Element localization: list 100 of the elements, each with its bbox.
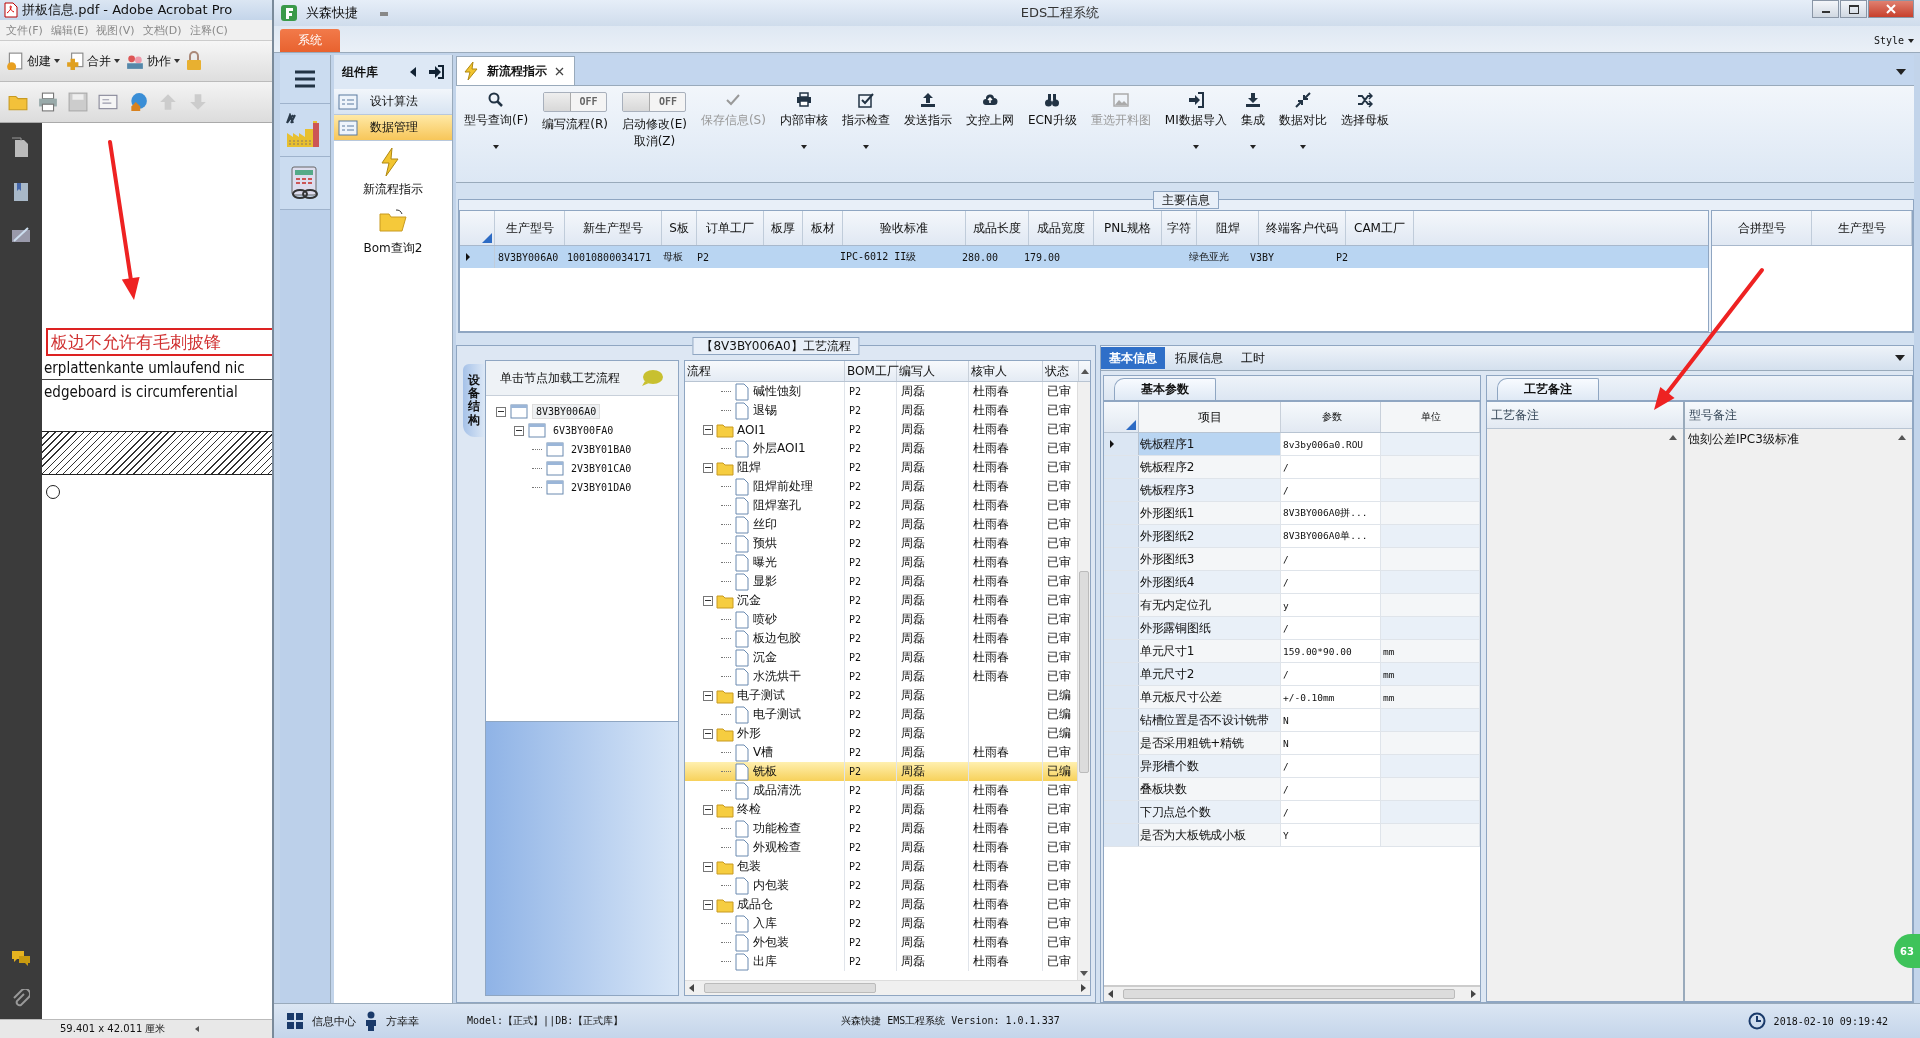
column-header[interactable]: 订单工厂: [697, 211, 764, 245]
table-row[interactable]: 是否为大板铣成小板 Y: [1104, 824, 1480, 847]
collapse-icon[interactable]: [703, 690, 713, 701]
tab[interactable]: 基本参数: [1114, 378, 1216, 400]
tree-node[interactable]: 2V3BY01BA0: [568, 443, 635, 456]
column-header[interactable]: 编写人: [897, 361, 969, 381]
table-row[interactable]: 外形图纸3 /: [1104, 548, 1480, 571]
document-tab[interactable]: 新流程指示: [456, 56, 575, 85]
scrollbar[interactable]: [1077, 382, 1090, 980]
collapse-icon[interactable]: [703, 728, 713, 739]
toolbar-button[interactable]: 指示检查: [841, 90, 890, 149]
table-row[interactable]: 铣板程序1 8v3by006a0.ROU: [1104, 433, 1480, 456]
column-header[interactable]: 板厚: [764, 211, 803, 245]
column-header[interactable]: 板材: [803, 211, 843, 245]
toggle-switch[interactable]: OFF: [543, 92, 608, 112]
tab[interactable]: 拓展信息: [1167, 347, 1231, 369]
scroll-up-icon[interactable]: [1081, 368, 1089, 374]
maximize-button[interactable]: [1840, 0, 1867, 18]
scrollbar[interactable]: [1104, 986, 1480, 1001]
status-text[interactable]: 信息中心: [312, 1013, 356, 1029]
collapse-left-icon[interactable]: [408, 66, 418, 78]
table-row[interactable]: 单元板尺寸公差 +/-0.10mm mm: [1104, 686, 1480, 709]
table-row[interactable]: 下刀点总个数 /: [1104, 801, 1480, 824]
table-row[interactable]: 是否采用粗铣+精铣 N: [1104, 732, 1480, 755]
tree-node[interactable]: 2V3BY01DA0: [568, 481, 635, 494]
column-header[interactable]: 核审人: [969, 361, 1043, 381]
toolbar-button[interactable]: 文控上网: [965, 90, 1014, 129]
category-item[interactable]: 设计算法: [334, 89, 452, 115]
scroll-right-icon[interactable]: [1471, 990, 1476, 998]
pages-icon[interactable]: [11, 137, 31, 159]
column-header[interactable]: 单位: [1381, 402, 1480, 432]
category-item[interactable]: 数据管理: [334, 115, 452, 141]
collapse-icon[interactable]: [496, 406, 506, 417]
table-row[interactable]: 外形图纸2 8V3BY006A0单...: [1104, 525, 1480, 548]
toggle-switch[interactable]: OFF: [622, 92, 687, 112]
toolbar-button[interactable]: 创建: [6, 52, 60, 70]
scrollbar[interactable]: [685, 980, 1090, 995]
scroll-left-icon[interactable]: [1108, 990, 1113, 998]
collapse-icon[interactable]: [703, 899, 713, 910]
column-header[interactable]: 字符: [1162, 211, 1197, 245]
column-header[interactable]: 状态: [1043, 361, 1079, 381]
table-row[interactable]: 异形槽个数 /: [1104, 755, 1480, 778]
toolbar-button[interactable]: ECN升级: [1027, 90, 1077, 129]
column-header[interactable]: 验收标准: [843, 211, 966, 245]
table-row[interactable]: 外形露铜图纸 /: [1104, 617, 1480, 640]
toolbar-button[interactable]: 选择母板: [1340, 90, 1389, 129]
column-header[interactable]: 型号备注: [1685, 402, 1912, 429]
tab[interactable]: 工时: [1233, 347, 1273, 369]
toolbar-button[interactable]: MI数据导入: [1164, 90, 1227, 149]
calculator-icon[interactable]: [289, 166, 321, 200]
scroll-arrow-icon[interactable]: [195, 1026, 200, 1032]
toolbar-button[interactable]: 协作: [126, 52, 180, 70]
column-header[interactable]: 合拼型号: [1712, 211, 1812, 245]
side-tab[interactable]: 设备结构: [463, 364, 485, 437]
toolbar-button[interactable]: 合并: [66, 52, 120, 70]
caret-icon[interactable]: [380, 10, 388, 16]
column-header[interactable]: 阻焊: [1197, 211, 1259, 245]
scroll-left-icon[interactable]: [689, 984, 694, 992]
style-menu[interactable]: Style: [1873, 35, 1914, 46]
library-item[interactable]: 新流程指示: [334, 141, 452, 200]
column-header[interactable]: 成品长度: [966, 211, 1029, 245]
printer-icon[interactable]: [38, 92, 58, 112]
toolbar-button[interactable]: 发送指示: [903, 90, 952, 129]
toolbar-button[interactable]: 数据对比: [1278, 90, 1327, 149]
table-row[interactable]: 铣板 P2 周磊 已编: [685, 762, 1077, 781]
scroll-right-icon[interactable]: [1081, 984, 1086, 992]
collapse-icon[interactable]: [703, 462, 713, 473]
table-row[interactable]: 外形图纸1 8V3BY006A0拼...: [1104, 502, 1480, 525]
column-header[interactable]: 生产型号: [1812, 211, 1912, 245]
column-header[interactable]: 成品宽度: [1029, 211, 1094, 245]
table-row[interactable]: 8V3BY006A0 10010800034171 母板 P2 IPC-6012 II级 280.00 179.00 绿色亚光 V3BY P2: [460, 246, 1708, 268]
paperclip-icon[interactable]: [12, 989, 30, 1009]
table-row[interactable]: 有无内定位孔 y: [1104, 594, 1480, 617]
collapse-icon[interactable]: [703, 424, 713, 435]
tab[interactable]: 工艺备注: [1497, 378, 1599, 400]
collapse-icon[interactable]: [703, 804, 713, 815]
toolbar-button[interactable]: 内部审核: [779, 90, 828, 149]
mail-icon[interactable]: [98, 92, 118, 112]
column-header[interactable]: S板: [662, 211, 697, 245]
column-header[interactable]: PNL规格: [1094, 211, 1162, 245]
table-row[interactable]: 铣板程序2 /: [1104, 456, 1480, 479]
column-header[interactable]: 流程: [685, 361, 845, 381]
column-header[interactable]: CAM工厂: [1346, 211, 1414, 245]
table-row[interactable]: 单元尺寸2 / mm: [1104, 663, 1480, 686]
dropdown-icon[interactable]: [1895, 355, 1905, 361]
tab[interactable]: 基本信息: [1101, 347, 1165, 369]
table-row[interactable]: 钻槽位置是否不设计铣带 N: [1104, 709, 1480, 732]
scroll-thumb[interactable]: [704, 983, 876, 993]
toolbar-button[interactable]: 集成: [1240, 90, 1265, 149]
menu-icon[interactable]: [293, 70, 317, 88]
library-item[interactable]: Bom查询2: [334, 200, 452, 259]
close-icon[interactable]: [555, 66, 564, 76]
collapse-icon[interactable]: [703, 861, 713, 872]
scroll-up-icon[interactable]: [1898, 435, 1906, 440]
table-row[interactable]: 单元尺寸1 159.00*90.00 mm: [1104, 640, 1480, 663]
table-row[interactable]: 外形图纸4 /: [1104, 571, 1480, 594]
comments-icon[interactable]: [11, 949, 31, 967]
pin-icon[interactable]: [428, 65, 444, 79]
dropdown-icon[interactable]: [1896, 69, 1906, 75]
tree-node[interactable]: 8V3BY006A0: [532, 404, 601, 419]
